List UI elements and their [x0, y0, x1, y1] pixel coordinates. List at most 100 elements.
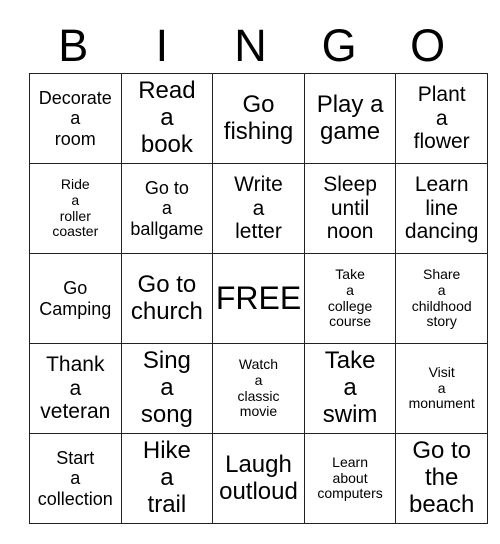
bingo-cell-line: trail — [147, 490, 187, 518]
bingo-cell-line: outloud — [219, 477, 298, 505]
bingo-cell-line: Plant — [417, 83, 466, 107]
bingo-cell-line: Watch — [238, 356, 279, 373]
bingo-cell[interactable]: Write a letter — [212, 163, 305, 254]
bingo-cell[interactable]: Take a swim — [303, 343, 397, 434]
bingo-cell-line: song — [140, 400, 193, 428]
bingo-card: BINGO Decorate a room Read a book Go fishing Pla… — [29, 0, 488, 524]
bingo-header-letter-n: N — [234, 20, 267, 71]
bingo-cell-line: a — [160, 374, 174, 402]
bingo-row: Ride a roller coaster Go to a ballgame Write a le… — [29, 163, 488, 254]
bingo-cell-line: Go to — [144, 178, 189, 199]
bingo-cell[interactable]: Go to church — [120, 253, 214, 344]
bingo-cell[interactable]: Sing a song — [120, 343, 214, 434]
bingo-cell[interactable]: Start a collection — [29, 433, 122, 524]
bingo-cell-line: Thank — [46, 353, 105, 377]
bingo-row: Go Camping Go to church FREE Take a college cour… — [29, 253, 488, 344]
bingo-cell-line: coaster — [52, 223, 99, 240]
bingo-header-letter-g: G — [321, 20, 357, 71]
bingo-grid: Decorate a room Read a book Go fishing Play a gam… — [29, 73, 488, 524]
bingo-cell-line: a — [437, 281, 446, 298]
bingo-cell-line: room — [54, 128, 96, 149]
bingo-cell-line: fishing — [223, 117, 294, 145]
bingo-cell[interactable]: Hike a trail — [120, 433, 214, 524]
bingo-cell-line: a — [160, 464, 174, 492]
bingo-cell[interactable]: Go fishing — [212, 73, 305, 164]
bingo-cell[interactable]: Learn line dancing — [395, 163, 488, 254]
bingo-cell-line: letter — [235, 220, 282, 244]
bingo-row: Thank a veteran Sing a song Watch a classic movie… — [29, 343, 488, 434]
bingo-cell-line: noon — [326, 220, 374, 244]
bingo-cell[interactable]: Laugh outloud — [212, 433, 305, 524]
bingo-cell-line: classic — [237, 387, 280, 404]
bingo-cell-line: Visit — [428, 363, 455, 380]
bingo-cell-line: computers — [317, 485, 383, 502]
bingo-cell-line: FREE — [215, 279, 302, 316]
bingo-cell[interactable]: Share a childhood story — [395, 253, 488, 344]
bingo-cell-line: Camping — [39, 298, 112, 319]
bingo-cell-line: a — [343, 374, 357, 402]
bingo-cell[interactable]: Visit a monument — [395, 343, 488, 434]
bingo-cell-line: about — [332, 469, 368, 486]
bingo-cell[interactable]: Take a college course — [303, 253, 397, 344]
bingo-cell-line: movie — [239, 403, 278, 420]
bingo-cell[interactable]: Go to a ballgame — [120, 163, 214, 254]
bingo-cell[interactable]: Read a book — [120, 73, 214, 164]
bingo-cell[interactable]: Ride a roller coaster — [29, 163, 122, 254]
bingo-header: BINGO — [29, 0, 472, 73]
bingo-cell-line: a — [252, 196, 265, 220]
bingo-cell-line: ballgame — [130, 218, 204, 239]
bingo-cell-line: a — [437, 379, 446, 396]
bingo-cell-line: Go to — [412, 437, 472, 465]
bingo-cell-line: a — [69, 376, 82, 400]
bingo-cell-line: Play a — [316, 90, 384, 118]
bingo-cell-line: Learn — [332, 453, 368, 470]
bingo-row: Start a collection Hike a trail Laugh outloud Le… — [29, 433, 488, 524]
bingo-cell-line: flower — [413, 130, 470, 154]
bingo-cell[interactable]: Sleep until noon — [303, 163, 397, 254]
bingo-cell-line: beach — [408, 490, 475, 518]
bingo-cell-line: Sing — [142, 347, 191, 375]
bingo-cell-line: Ride — [60, 176, 90, 193]
bingo-cell[interactable]: Plant a flower — [395, 73, 488, 164]
bingo-header-letter-i: I — [155, 20, 169, 71]
bingo-cell-line: dancing — [404, 220, 479, 244]
bingo-cell[interactable]: Go to the beach — [395, 433, 488, 524]
bingo-cell-line: a — [70, 108, 81, 129]
bingo-free-space[interactable]: FREE — [212, 253, 305, 344]
bingo-cell-line: story — [426, 313, 457, 330]
bingo-cell-line: a — [346, 281, 354, 298]
bingo-cell-line: Hike — [142, 437, 191, 465]
bingo-cell-line: monument — [408, 395, 475, 412]
bingo-cell-line: a — [435, 106, 448, 130]
bingo-cell-line: Read — [138, 77, 196, 105]
bingo-cell-line: college — [327, 297, 373, 314]
bingo-row: Decorate a room Read a book Go fishing Play a gam… — [29, 73, 488, 164]
bingo-cell-line: a — [161, 198, 172, 219]
bingo-cell[interactable]: Decorate a room — [29, 73, 122, 164]
bingo-cell-line: Go — [242, 90, 275, 118]
bingo-cell[interactable]: Go Camping — [29, 253, 122, 344]
bingo-cell-line: Take — [324, 347, 376, 375]
bingo-cell-line: Learn — [414, 173, 469, 197]
bingo-cell-line: line — [425, 196, 459, 220]
bingo-cell-line: the — [424, 464, 459, 492]
bingo-cell-line: course — [329, 313, 372, 330]
bingo-cell[interactable]: Learn about computers — [303, 433, 397, 524]
bingo-cell[interactable]: Thank a veteran — [29, 343, 122, 434]
bingo-cell-line: childhood — [411, 297, 472, 314]
bingo-cell-line: roller — [59, 207, 91, 224]
bingo-cell-line: church — [130, 297, 203, 325]
bingo-cell-line: Sleep — [323, 173, 377, 197]
bingo-cell-line: Write — [234, 173, 283, 197]
bingo-cell-line: collection — [37, 488, 113, 509]
bingo-cell-line: a — [71, 191, 80, 208]
bingo-cell[interactable]: Play a game — [303, 73, 397, 164]
bingo-cell-line: Go to — [137, 270, 197, 298]
bingo-cell-line: a — [160, 104, 174, 132]
bingo-cell-line: veteran — [40, 400, 111, 424]
bingo-cell-line: Laugh — [225, 450, 292, 478]
bingo-grid-body: Decorate a room Read a book Go fishing Play a gam… — [29, 73, 488, 524]
bingo-cell-line: game — [320, 117, 381, 145]
bingo-cell-line: Decorate — [38, 88, 112, 109]
bingo-cell[interactable]: Watch a classic movie — [212, 343, 305, 434]
